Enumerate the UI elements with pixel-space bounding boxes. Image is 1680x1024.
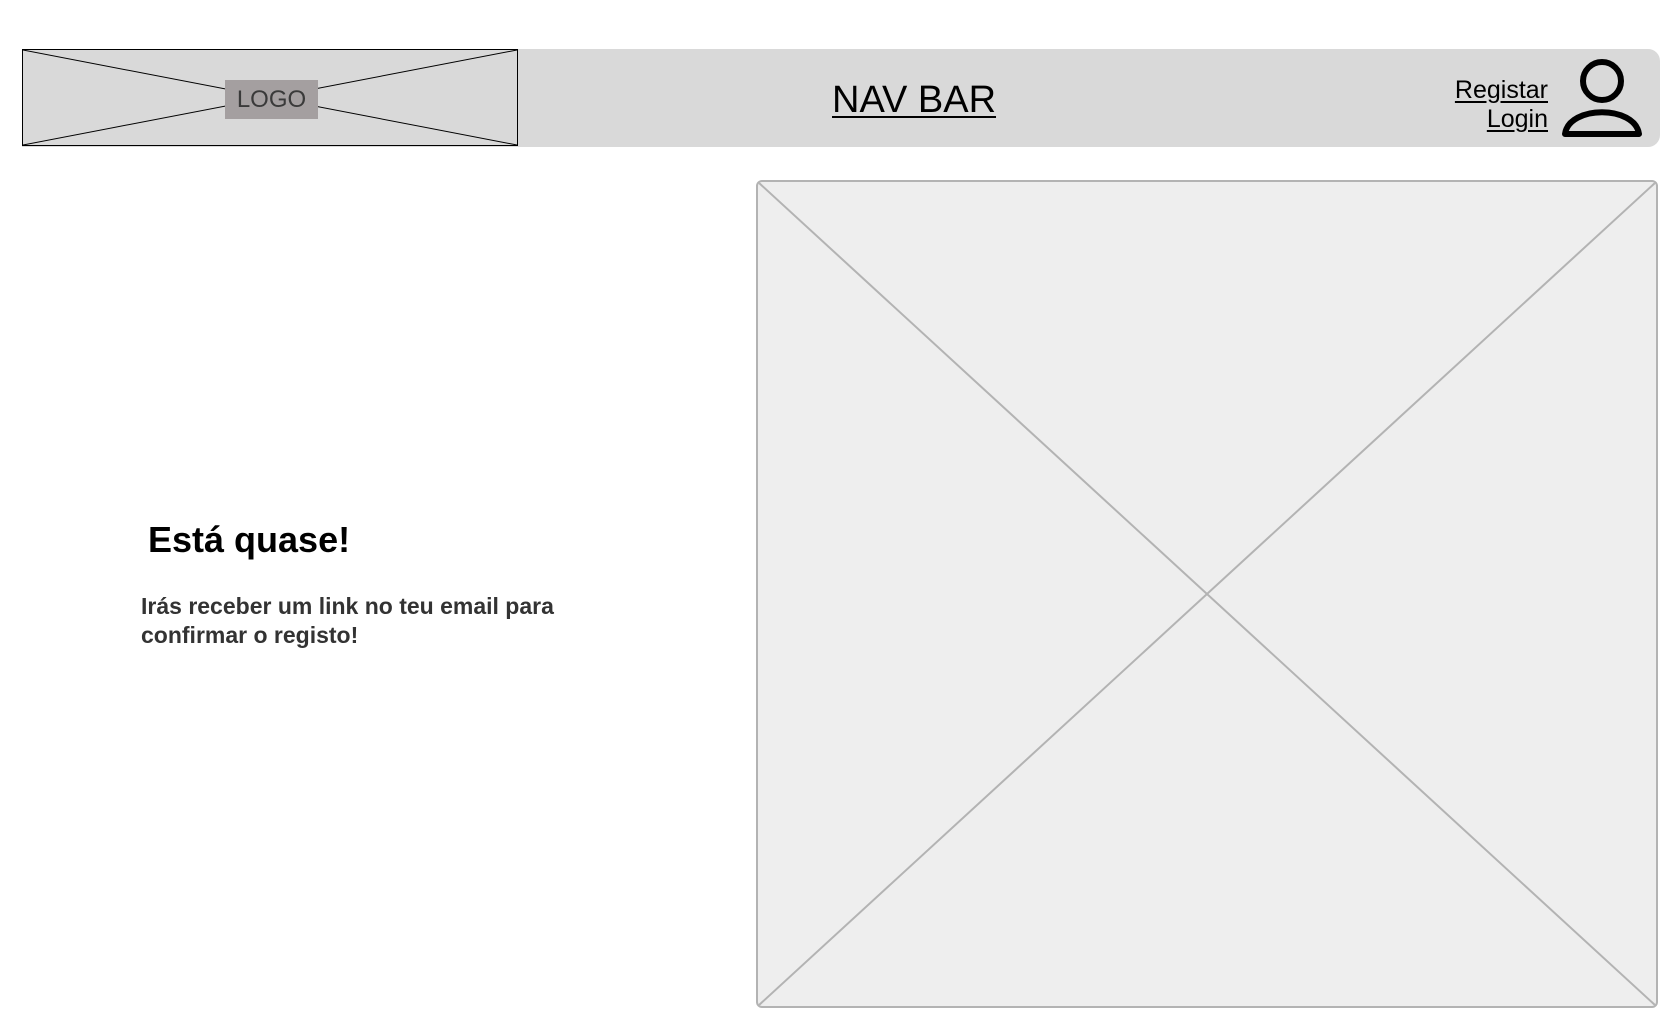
logo-label: LOGO xyxy=(225,80,318,119)
register-link[interactable]: Registar xyxy=(1455,76,1548,105)
image-placeholder xyxy=(756,180,1658,1008)
login-link[interactable]: Login xyxy=(1455,105,1548,134)
confirmation-message: Irás receber um link no teu email para c… xyxy=(141,593,554,648)
page-heading: Está quase! xyxy=(148,519,351,561)
logo[interactable]: LOGO xyxy=(22,49,518,146)
user-icon[interactable] xyxy=(1561,57,1643,139)
nav-bar-title[interactable]: NAV BAR xyxy=(832,78,996,122)
image-placeholder-icon xyxy=(758,182,1656,1006)
auth-links: Registar Login xyxy=(1455,76,1548,134)
